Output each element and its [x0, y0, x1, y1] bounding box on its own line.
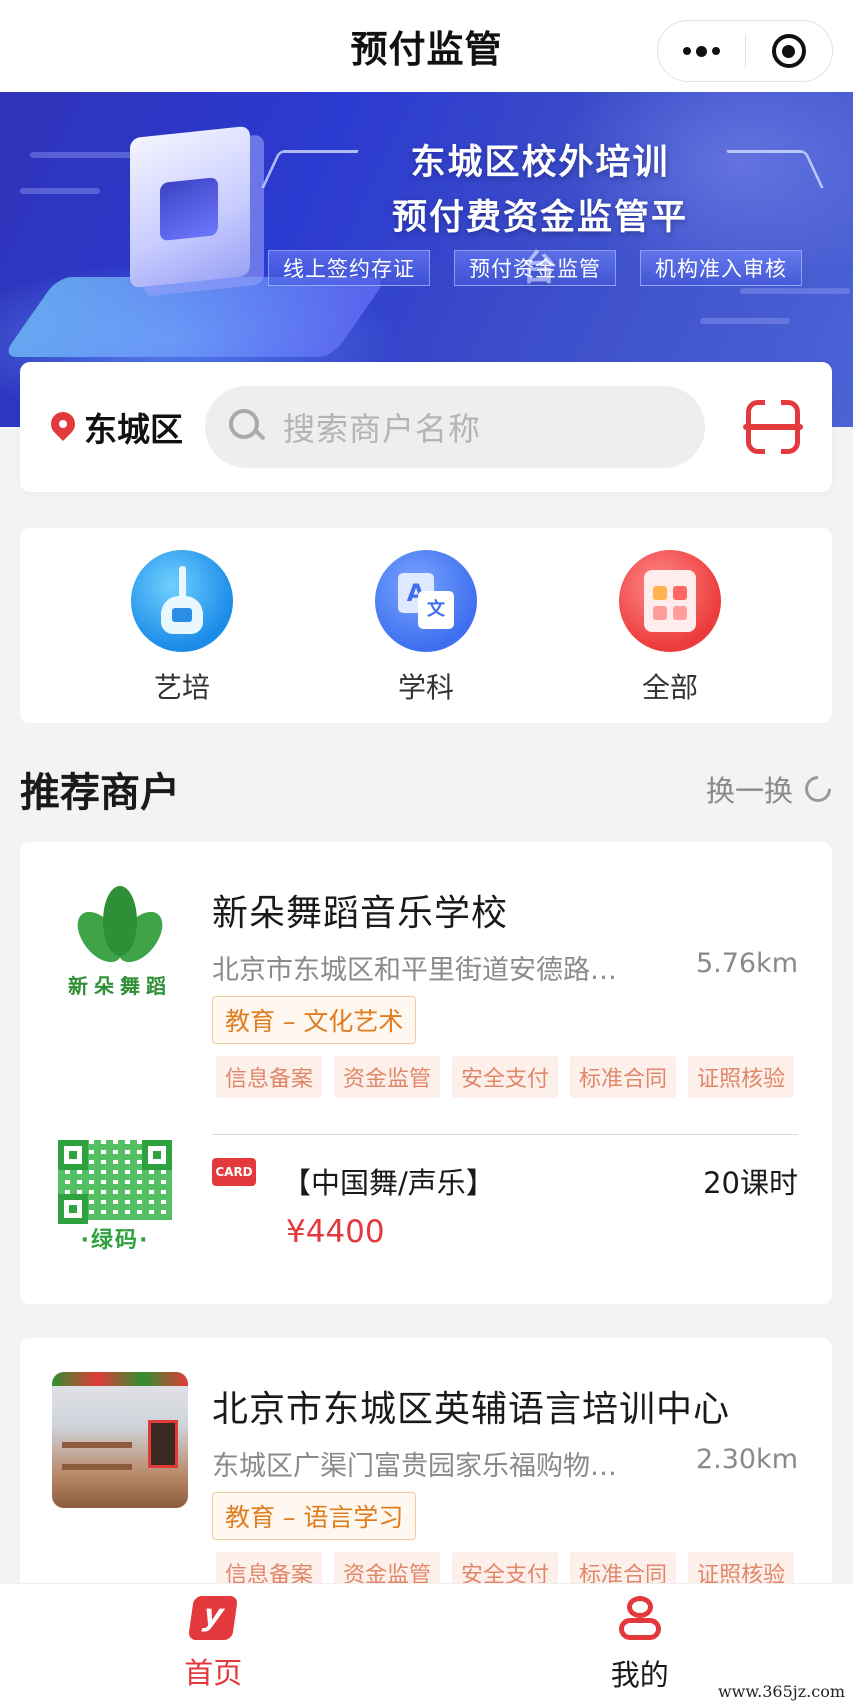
- category-label: 艺培: [153, 671, 210, 704]
- card-icon: CARD: [212, 1158, 256, 1186]
- nav-bar: 预付监管: [0, 0, 853, 92]
- page-title: 预付监管: [350, 28, 503, 71]
- refresh-label: 换一换: [705, 774, 793, 808]
- category-subject[interactable]: A文 学科: [346, 528, 506, 723]
- search-placeholder: 搜索商户名称: [283, 410, 482, 448]
- refresh-button[interactable]: 换一换: [705, 768, 837, 810]
- course-name: 【中国舞/声乐】: [282, 1166, 495, 1200]
- merchant-name: 新朵舞蹈音乐学校: [212, 893, 509, 934]
- merchant-category: 教育 – 语言学习: [212, 1492, 417, 1540]
- merchant-tag: 标准合同: [570, 1056, 677, 1098]
- banner-tag: 线上签约存证: [268, 250, 430, 286]
- refresh-icon: [799, 770, 837, 808]
- search-card: 东城区 搜索商户名称: [20, 362, 832, 492]
- user-icon: [617, 1596, 663, 1642]
- page: 预付监管 东城区校外培训 预付费资金监管平台 线上签约存证 预付资金监管 机构准…: [0, 0, 853, 1705]
- merchant-category: 教育 – 文化艺术: [212, 996, 417, 1044]
- category-card: 艺培 A文 学科 全部: [20, 528, 832, 723]
- category-all[interactable]: 全部: [590, 528, 750, 723]
- home-icon: [188, 1596, 239, 1640]
- merchant-photo: [52, 1372, 188, 1508]
- merchant-tag: 安全支付: [452, 1056, 559, 1098]
- more-button[interactable]: [658, 21, 745, 81]
- merchant-distance: 5.76km: [695, 948, 798, 979]
- banner-title-line1: 东城区校外培训: [410, 143, 670, 183]
- qr-label: ·绿码·: [80, 1228, 150, 1253]
- banner-tag: 机构准入审核: [640, 250, 802, 286]
- merchant-tag: 资金监管: [334, 1056, 441, 1098]
- search-input[interactable]: 搜索商户名称: [205, 386, 705, 468]
- guitar-icon: [131, 550, 233, 652]
- banner-device-illustration: [130, 125, 250, 289]
- banner-platform-illustration: [1, 277, 389, 357]
- course-hours: 20课时: [703, 1166, 798, 1200]
- location-pin-icon: [46, 407, 80, 446]
- merchant-name: 北京市东城区英辅语言培训中心: [212, 1389, 731, 1430]
- merchant-tag: 证照核验: [688, 1056, 795, 1098]
- mini-program-capsule: [657, 20, 833, 82]
- merchant-card[interactable]: 新朵舞蹈 新朵舞蹈音乐学校 北京市东城区和平里街道安德路… 5.76km 教育 …: [20, 842, 832, 1304]
- tab-home-label: 首页: [184, 1656, 243, 1690]
- tab-me-label: 我的: [610, 1658, 669, 1692]
- banner-tag: 预付资金监管: [454, 250, 616, 286]
- merchant-logo-text: 新朵舞蹈: [68, 974, 172, 998]
- district-selector[interactable]: 东城区: [46, 403, 183, 451]
- green-code-qr[interactable]: ·绿码·: [52, 1134, 178, 1260]
- watermark: www.365jz.com: [717, 1682, 845, 1701]
- district-name: 东城区: [84, 410, 183, 449]
- close-button[interactable]: [746, 21, 833, 81]
- search-icon: [229, 409, 266, 445]
- merchant-tag: 信息备案: [216, 1056, 323, 1098]
- tab-home[interactable]: 首页: [0, 1584, 427, 1705]
- section-title: 推荐商户: [20, 770, 180, 816]
- capsule-target-icon: [771, 34, 806, 68]
- grid-apps-icon: [619, 550, 721, 652]
- more-dots-icon: [682, 45, 720, 57]
- merchant-logo: 新朵舞蹈: [52, 876, 188, 1012]
- category-label: 全部: [641, 671, 698, 704]
- category-label: 学科: [397, 671, 454, 704]
- merchant-distance: 2.30km: [695, 1444, 798, 1475]
- merchant-address: 东城区广渠门富贵园家乐福购物…: [212, 1451, 617, 1482]
- translate-icon: A文: [375, 550, 477, 652]
- merchant-address: 北京市东城区和平里街道安德路…: [212, 955, 617, 986]
- category-art[interactable]: 艺培: [102, 528, 262, 723]
- scan-icon[interactable]: [743, 399, 803, 455]
- course-price: ¥4400: [286, 1214, 385, 1250]
- banner-tags: 线上签约存证 预付资金监管 机构准入审核: [268, 250, 802, 286]
- merchant-tags: 信息备案 资金监管 安全支付 标准合同 证照核验: [216, 1056, 795, 1098]
- divider: [212, 1134, 798, 1135]
